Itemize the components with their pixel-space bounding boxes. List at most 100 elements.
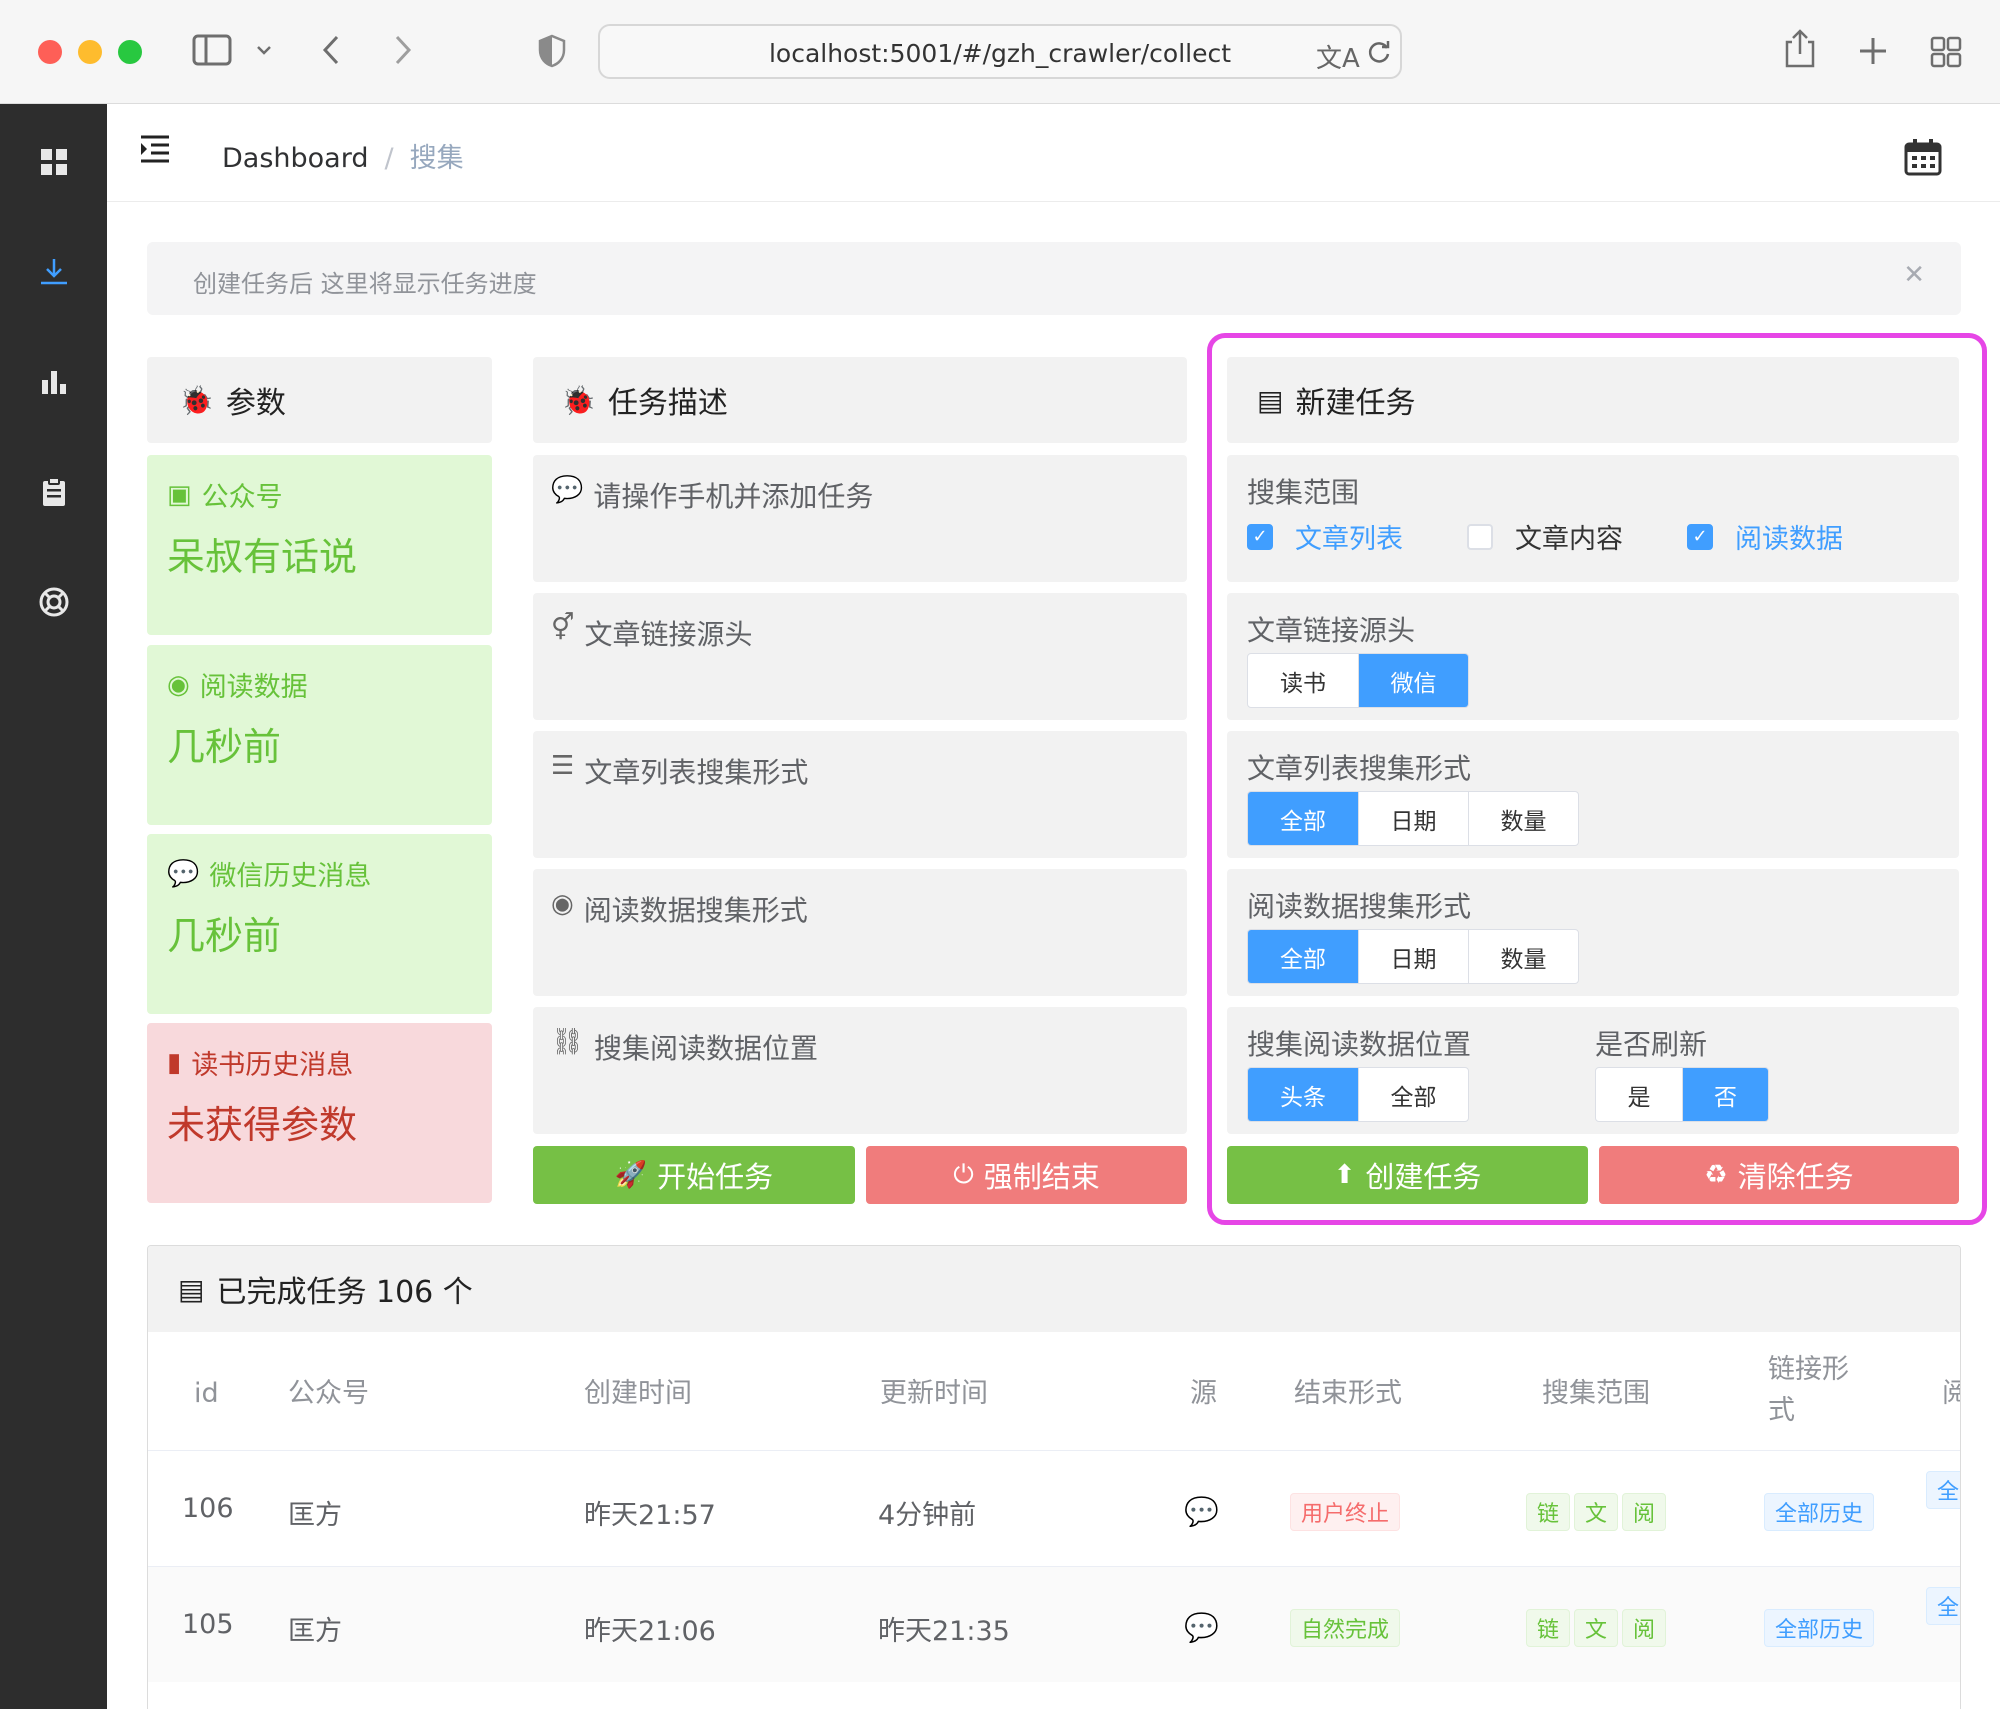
param-value: 几秒前 bbox=[167, 914, 282, 958]
source-segmented: 读书 微信 bbox=[1247, 653, 1469, 708]
chevron-down-icon[interactable] bbox=[256, 44, 272, 56]
browser-toolbar: localhost:5001/#/gzh_crawler/collect 文A bbox=[0, 0, 2000, 104]
breadcrumb-current: 搜集 bbox=[409, 143, 464, 174]
column-header-id[interactable]: id bbox=[194, 1374, 219, 1415]
breadcrumb-separator: / bbox=[384, 143, 394, 174]
minimize-window-button[interactable] bbox=[78, 40, 102, 64]
refresh-label: 是否刷新 bbox=[1595, 1028, 1708, 1061]
dashboard-icon[interactable] bbox=[38, 146, 70, 178]
cell-account: 匡方 bbox=[288, 1616, 342, 1647]
bar-chart-icon[interactable] bbox=[38, 366, 70, 398]
force-stop-button[interactable]: ⏻ 强制结束 bbox=[866, 1146, 1187, 1204]
param-card-reading-history: ▮ 读书历史消息 未获得参数 bbox=[147, 1023, 492, 1203]
list-mode-option-all[interactable]: 全部 bbox=[1248, 792, 1358, 845]
param-card-wechat-history: 💬 微信历史消息 几秒前 bbox=[147, 834, 492, 1014]
clear-task-button[interactable]: ♻ 清除任务 bbox=[1599, 1146, 1959, 1204]
completed-tasks-panel: ▤ 已完成任务 106 个 id 公众号 创建时间 更新时间 源 结束形式 搜集范… bbox=[147, 1245, 1961, 1709]
checkbox-label: 文章内容 bbox=[1515, 524, 1623, 555]
column-header-account[interactable]: 公众号 bbox=[288, 1374, 369, 1415]
desc-item: ⚥ 文章链接源头 bbox=[533, 593, 1187, 720]
checkbox-box[interactable] bbox=[1467, 523, 1493, 550]
maximize-window-button[interactable] bbox=[118, 40, 142, 64]
back-icon[interactable] bbox=[320, 34, 342, 66]
column-header-updated[interactable]: 更新时间 bbox=[880, 1374, 988, 1415]
param-value: 未获得参数 bbox=[167, 1103, 358, 1147]
start-task-button[interactable]: 🚀 开始任务 bbox=[533, 1146, 855, 1204]
desc-item: ☰ 文章列表搜集形式 bbox=[533, 731, 1187, 858]
position-option-all[interactable]: 全部 bbox=[1358, 1068, 1468, 1121]
close-icon[interactable]: ✕ bbox=[1903, 260, 1925, 290]
create-task-button[interactable]: ⬆ 创建任务 bbox=[1227, 1146, 1588, 1204]
source-option-wechat[interactable]: 微信 bbox=[1358, 654, 1468, 707]
mars-venus-icon: ⚥ bbox=[551, 613, 575, 643]
column-header-read[interactable]: 阅 bbox=[1942, 1374, 1960, 1415]
bug-icon: 🐞 bbox=[179, 383, 214, 417]
read-mode-option-date[interactable]: 日期 bbox=[1358, 930, 1468, 983]
scope-checkbox-article-content[interactable]: 文章内容 bbox=[1467, 517, 1623, 556]
task-progress-alert: 创建任务后 这里将显示任务进度 ✕ bbox=[147, 242, 1961, 315]
task-desc-title: 任务描述 bbox=[607, 386, 728, 421]
refresh-option-no[interactable]: 否 bbox=[1682, 1068, 1768, 1121]
read-mode-option-count[interactable]: 数量 bbox=[1468, 930, 1578, 983]
sidebar-toggle-icon[interactable] bbox=[192, 34, 232, 66]
source-option-reading[interactable]: 读书 bbox=[1248, 654, 1358, 707]
list-mode-option-count[interactable]: 数量 bbox=[1468, 792, 1578, 845]
id-card-icon: ▣ bbox=[167, 479, 192, 510]
read-mode-tag: 全 bbox=[1926, 1471, 1960, 1509]
translate-icon[interactable]: 文A bbox=[1316, 38, 1360, 75]
read-mode-section: 阅读数据搜集形式 全部 日期 数量 bbox=[1227, 869, 1959, 996]
position-option-top[interactable]: 头条 bbox=[1248, 1068, 1358, 1121]
reload-icon[interactable] bbox=[1366, 40, 1392, 66]
wechat-icon: 💬 bbox=[1184, 1611, 1219, 1644]
table-row[interactable]: 106 匡方 昨天21:57 4分钟前 💬 用户终止 链 文 阅 全部历史 全 bbox=[148, 1450, 1960, 1566]
breadcrumb-home[interactable]: Dashboard bbox=[222, 143, 368, 174]
book-icon: ▮ bbox=[167, 1047, 182, 1078]
position-label: 搜集阅读数据位置 bbox=[1247, 1028, 1472, 1061]
column-header-scope[interactable]: 搜集范围 bbox=[1542, 1374, 1650, 1415]
share-icon[interactable] bbox=[1784, 28, 1816, 68]
scope-checkbox-read-data[interactable]: ✓ 阅读数据 bbox=[1687, 517, 1843, 556]
column-header-link-line2: 式 bbox=[1768, 1394, 1795, 1426]
param-card-account: ▣ 公众号 呆叔有话说 bbox=[147, 455, 492, 635]
checkbox-box[interactable]: ✓ bbox=[1687, 523, 1713, 550]
calendar-icon[interactable] bbox=[1904, 138, 1942, 176]
new-tab-icon[interactable] bbox=[1858, 36, 1888, 66]
scope-tag: 链 bbox=[1526, 1493, 1570, 1531]
table-row[interactable]: 105 匡方 昨天21:06 昨天21:35 💬 自然完成 链 文 阅 全部历史… bbox=[148, 1566, 1960, 1682]
shield-icon[interactable] bbox=[538, 34, 566, 68]
menu-toggle-icon[interactable] bbox=[139, 134, 171, 164]
scope-checkbox-article-list[interactable]: ✓ 文章列表 bbox=[1247, 517, 1403, 556]
checkbox-box[interactable]: ✓ bbox=[1247, 523, 1273, 550]
upload-icon: ⬆ bbox=[1333, 1160, 1356, 1190]
params-header: 🐞 参数 bbox=[147, 357, 492, 443]
refresh-segmented: 是 否 bbox=[1595, 1067, 1769, 1122]
param-label: 读书历史消息 bbox=[191, 1050, 354, 1081]
cell-created: 昨天21:06 bbox=[584, 1616, 716, 1647]
refresh-option-yes[interactable]: 是 bbox=[1596, 1068, 1682, 1121]
scope-tag: 链 bbox=[1526, 1609, 1570, 1647]
desc-item-text: 文章列表搜集形式 bbox=[584, 756, 809, 789]
address-bar[interactable]: localhost:5001/#/gzh_crawler/collect 文A bbox=[598, 24, 1402, 79]
column-header-end-type[interactable]: 结束形式 bbox=[1294, 1374, 1402, 1415]
forward-icon[interactable] bbox=[392, 34, 414, 66]
lifebuoy-icon[interactable] bbox=[38, 586, 70, 618]
url-text: localhost:5001/#/gzh_crawler/collect bbox=[768, 39, 1232, 68]
column-header-created[interactable]: 创建时间 bbox=[584, 1374, 692, 1415]
clipboard-icon[interactable] bbox=[38, 476, 70, 508]
tab-overview-icon[interactable] bbox=[1930, 36, 1962, 68]
read-mode-option-all[interactable]: 全部 bbox=[1248, 930, 1358, 983]
new-task-header: ▤ 新建任务 bbox=[1227, 357, 1959, 443]
source-section: 文章链接源头 读书 微信 bbox=[1227, 593, 1959, 720]
source-label: 文章链接源头 bbox=[1247, 614, 1416, 647]
new-task-title: 新建任务 bbox=[1295, 386, 1416, 421]
list-mode-option-date[interactable]: 日期 bbox=[1358, 792, 1468, 845]
list-icon: ☰ bbox=[551, 751, 575, 781]
column-header-link[interactable]: 链接形式 bbox=[1768, 1350, 1849, 1431]
list-mode-segmented: 全部 日期 数量 bbox=[1247, 791, 1579, 846]
close-window-button[interactable] bbox=[38, 40, 62, 64]
task-desc-header: 🐞 任务描述 bbox=[533, 357, 1187, 443]
link-type-tag: 全部历史 bbox=[1764, 1493, 1875, 1531]
column-header-source[interactable]: 源 bbox=[1190, 1374, 1217, 1415]
recycle-icon: ♻ bbox=[1704, 1160, 1728, 1190]
download-icon[interactable] bbox=[38, 256, 70, 288]
